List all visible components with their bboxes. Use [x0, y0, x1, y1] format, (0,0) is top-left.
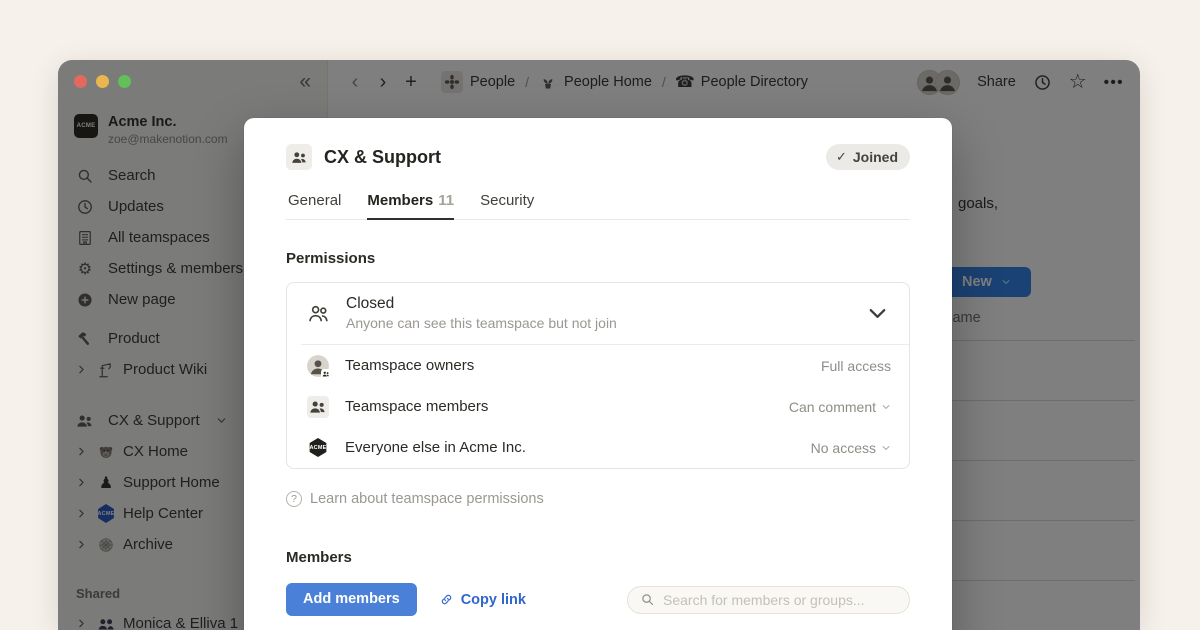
teamspace-settings-modal: CX & Support ✓ Joined GeneralMembers11Se… — [244, 118, 952, 630]
notion-window: « ACME Acme Inc. zoe@makenotion.com Sear… — [58, 60, 1140, 630]
tab-count: 11 — [438, 192, 454, 209]
desktop-background: « ACME Acme Inc. zoe@makenotion.com Sear… — [0, 0, 1200, 630]
permissions-card: Closed Anyone can see this teamspace but… — [286, 282, 910, 469]
tab-general[interactable]: General — [288, 186, 341, 220]
members-heading: Members — [286, 549, 910, 566]
check-icon: ✓ — [836, 149, 847, 165]
access-level-selector[interactable]: Closed Anyone can see this teamspace but… — [287, 283, 909, 344]
access-level-subtitle: Anyone can see this teamspace but not jo… — [346, 315, 617, 331]
people-box-icon — [307, 396, 329, 418]
link-icon — [439, 592, 454, 607]
modal-header: CX & Support ✓ Joined — [286, 144, 910, 170]
modal-title: CX & Support — [324, 147, 441, 168]
close-window-button[interactable] — [74, 75, 87, 88]
tab-members[interactable]: Members11 — [367, 186, 454, 220]
window-controls — [74, 75, 131, 88]
permission-row-everyone-else-in-acme-inc[interactable]: ACMEEveryone else in Acme Inc.No access — [287, 427, 909, 468]
tab-security[interactable]: Security — [480, 186, 534, 220]
permission-value: Full access — [821, 358, 891, 374]
zoom-window-button[interactable] — [118, 75, 131, 88]
chevron-down-icon — [866, 302, 889, 325]
people-outline-icon — [307, 302, 330, 325]
minimize-window-button[interactable] — [96, 75, 109, 88]
chevron-down-icon — [881, 402, 891, 412]
members-controls: Add members Copy link — [286, 583, 910, 616]
copy-link-button[interactable]: Copy link — [439, 592, 526, 608]
acme-badge-icon: ACME — [307, 437, 329, 459]
permissions-heading: Permissions — [286, 250, 910, 267]
permission-row-teamspace-owners[interactable]: Teamspace ownersFull access — [287, 345, 909, 386]
permission-rows: Teamspace ownersFull accessTeamspace mem… — [287, 345, 909, 468]
question-icon: ? — [286, 491, 302, 507]
members-search-input[interactable] — [663, 592, 897, 608]
add-members-button[interactable]: Add members — [286, 583, 417, 616]
owner-avatar-icon — [307, 355, 329, 377]
modal-tabs: General Members11 Security — [286, 186, 910, 220]
teamspace-icon — [286, 144, 312, 170]
permission-value[interactable]: No access — [811, 440, 891, 456]
members-search — [627, 586, 910, 614]
permissions-help-link[interactable]: ? Learn about teamspace permissions — [286, 491, 910, 507]
permission-value[interactable]: Can comment — [789, 399, 891, 415]
access-level-title: Closed — [346, 295, 617, 313]
chevron-down-icon — [881, 443, 891, 453]
permission-row-teamspace-members[interactable]: Teamspace membersCan comment — [287, 386, 909, 427]
joined-button[interactable]: ✓ Joined — [826, 144, 910, 170]
search-icon — [640, 592, 655, 607]
